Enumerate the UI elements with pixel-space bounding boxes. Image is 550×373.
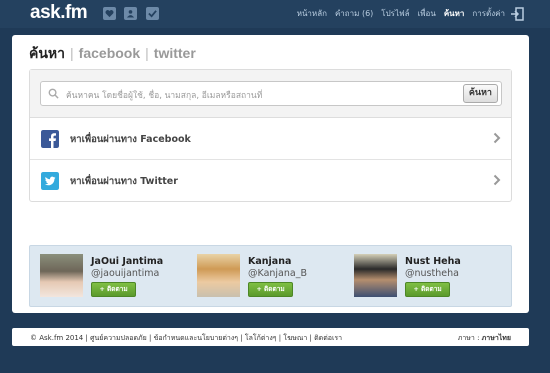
tab-divider: | [70, 45, 74, 61]
logout-icon[interactable] [510, 6, 524, 21]
facebook-icon [41, 130, 59, 148]
heart-icon[interactable] [103, 7, 116, 20]
search-row: ค้นหาคน โดยชื่อผู้ใช้, ชื่อ, นามสกุล, อี… [30, 70, 511, 118]
tab-twitter[interactable]: twitter [154, 45, 196, 61]
user-handle: @jaouijantima [91, 268, 160, 279]
find-twitter-label: หาเพื่อนผ่านทาง Twitter [70, 176, 178, 187]
search-input[interactable]: ค้นหาคน โดยชื่อผู้ใช้, ชื่อ, นามสกุล, อี… [40, 81, 502, 106]
top-bar: ask.fm หน้าหลัก คำถาม (6) โปรไฟล์ เพื่อน… [0, 0, 550, 28]
nav-friends[interactable]: เพื่อน [418, 7, 436, 20]
avatar[interactable] [197, 254, 240, 297]
language-label: ภาษา : [457, 334, 480, 342]
find-twitter-row[interactable]: หาเพื่อนผ่านทาง Twitter [30, 160, 511, 202]
top-nav: หน้าหลัก คำถาม (6) โปรไฟล์ เพื่อน ค้นหา … [297, 7, 505, 20]
follow-button[interactable]: + ติดตาม [405, 282, 450, 297]
avatar[interactable] [40, 254, 83, 297]
user-handle: @Kanjana_B [248, 268, 307, 279]
language-selector[interactable]: ภาษา : ภาษาไทย [458, 333, 511, 344]
follow-button[interactable]: + ติดตาม [248, 282, 293, 297]
nav-home[interactable]: หน้าหลัก [297, 7, 327, 20]
user-name[interactable]: Kanjana [248, 256, 291, 267]
nav-settings[interactable]: การตั้งค่า [472, 7, 505, 20]
find-facebook-row[interactable]: หาเพื่อนผ่านทาง Facebook [30, 118, 511, 160]
search-placeholder: ค้นหาคน โดยชื่อผู้ใช้, ชื่อ, นามสกุล, อี… [66, 91, 263, 101]
twitter-icon [41, 172, 59, 190]
nav-profile[interactable]: โปรไฟล์ [381, 7, 409, 20]
footer-links[interactable]: © Ask.fm 2014 | ศูนย์ความปลอดภัย | ข้อกำ… [30, 333, 342, 344]
user-name[interactable]: Nust Heha [405, 256, 461, 267]
suggested-user-card: JaOui Jantima @jaouijantima + ติดตาม [40, 254, 190, 300]
search-button[interactable]: ค้นหา [462, 84, 498, 103]
user-icon[interactable] [124, 7, 137, 20]
footer: © Ask.fm 2014 | ศูนย์ความปลอดภัย | ข้อกำ… [12, 328, 529, 346]
search-icon [48, 88, 59, 99]
follow-button[interactable]: + ติดตาม [91, 282, 136, 297]
user-handle: @nustheha [405, 268, 459, 279]
nav-questions[interactable]: คำถาม (6) [335, 7, 373, 20]
app-logo[interactable]: ask.fm [30, 2, 88, 24]
user-name[interactable]: JaOui Jantima [91, 256, 163, 267]
find-facebook-label: หาเพื่อนผ่านทาง Facebook [70, 134, 191, 145]
avatar[interactable] [354, 254, 397, 297]
check-icon[interactable] [146, 7, 159, 20]
search-tabs: ค้นหา | facebook | twitter [29, 43, 196, 65]
tab-divider: | [145, 45, 149, 61]
suggested-users: JaOui Jantima @jaouijantima + ติดตาม Kan… [29, 245, 512, 307]
suggested-user-card: Nust Heha @nustheha + ติดตาม [354, 254, 504, 300]
tab-facebook[interactable]: facebook [79, 45, 140, 61]
chevron-right-icon [493, 132, 501, 144]
nav-search[interactable]: ค้นหา [444, 7, 465, 20]
chevron-right-icon [493, 174, 501, 186]
language-value[interactable]: ภาษาไทย [482, 334, 511, 342]
main-panel: ค้นหา | facebook | twitter ค้นหาคน โดยชื่อผู… [12, 35, 529, 313]
suggested-user-card: Kanjana @Kanjana_B + ติดตาม [197, 254, 347, 300]
search-box: ค้นหาคน โดยชื่อผู้ใช้, ชื่อ, นามสกุล, อี… [29, 69, 512, 202]
tab-search[interactable]: ค้นหา [29, 45, 65, 61]
